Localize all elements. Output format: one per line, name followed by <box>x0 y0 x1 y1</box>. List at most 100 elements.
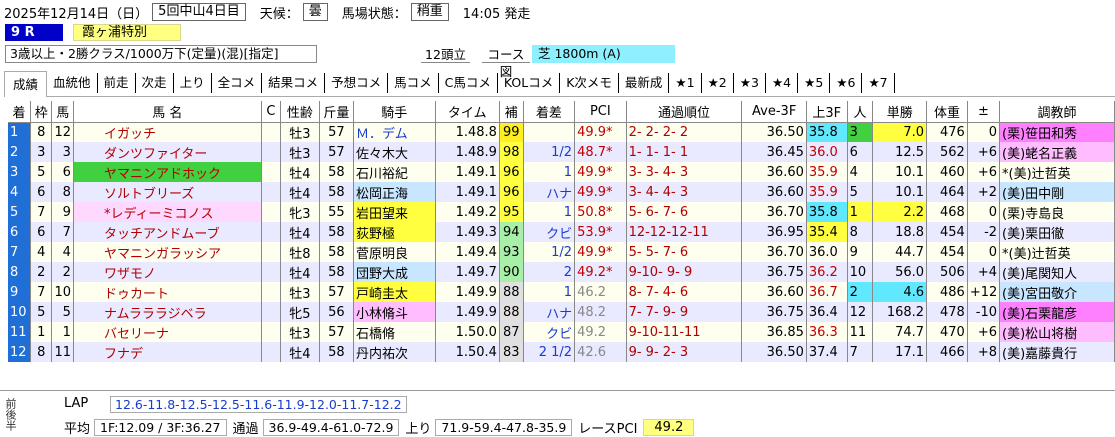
tab-6[interactable]: 結果コメ <box>262 73 326 93</box>
cell-kin: 57 <box>319 322 355 342</box>
cell-name[interactable]: ヤマニンガラッシア <box>73 242 262 262</box>
table-row[interactable]: 1 8 12 イガッチ 牡3 57 Ｍ．デム 1.48.8 99 49.9* 2- 2- 2- 23… <box>8 122 1115 142</box>
table-row[interactable]: 5 7 9 *レディーミコノス 牝3 55 岩田望来 1.49.2 95 1 50.8* 5- 6- … <box>8 202 1115 222</box>
cell-pci: 49.9* <box>574 182 627 202</box>
column-header[interactable]: 斤量 <box>319 101 355 123</box>
table-row[interactable]: 4 6 8 ソルトブリーズ 牡4 58 松岡正海 1.49.1 96 ハナ 49.9* 3- 4- 4… <box>8 182 1115 202</box>
table-row[interactable]: 6 6 7 タッチアンドムーブ 牡4 58 荻野極 1.49.3 94 クビ 53.9* 12-12-… <box>8 222 1115 242</box>
cell-name[interactable]: バセリーナ <box>73 322 262 342</box>
cell-name[interactable]: イガッチ <box>73 122 262 142</box>
tab-1[interactable]: 血統他 <box>47 73 98 93</box>
cell-sex: 牡3 <box>280 122 320 142</box>
horse-name: ヤマニンガラッシア <box>103 246 221 262</box>
table-row[interactable]: 7 4 4 ヤマニンガラッシア 牡8 58 菅原明良 1.49.4 93 1/2 49.9* 5- 5… <box>8 242 1115 262</box>
cell-agari: 36.4 <box>806 302 848 322</box>
course-map-link[interactable]: コース図 <box>482 46 530 79</box>
column-header[interactable]: 馬 名 <box>73 101 262 123</box>
cell-agari: 35.9 <box>806 182 848 202</box>
tab-9[interactable]: C馬コメ <box>439 73 498 93</box>
tab-3[interactable]: 次走 <box>136 73 174 93</box>
column-header[interactable]: 着 <box>8 101 32 123</box>
cell-jockey: 丹内祐次 <box>353 342 436 362</box>
cell-num: 4 <box>51 242 74 262</box>
table-row[interactable]: 10 5 5 ナムラララジベラ 牝5 56 小林脩斗 1.49.9 88 ハナ 48.2 7- 7- … <box>8 302 1115 322</box>
cell-pm: 0 <box>967 122 1001 142</box>
cell-weight: 470 <box>926 322 968 342</box>
column-header[interactable]: 着差 <box>523 101 576 123</box>
tab-8[interactable]: 馬コメ <box>388 73 439 93</box>
cell-waku: 6 <box>30 222 53 242</box>
cell-time: 1.49.2 <box>435 202 500 222</box>
column-header[interactable]: PCI <box>574 101 627 123</box>
table-row[interactable]: 9 7 10 ドゥカート 牡3 57 戸崎圭太 1.49.9 88 1 46.2 8- 7- 4- 6… <box>8 282 1115 302</box>
cell-name[interactable]: *レディーミコノス <box>73 202 262 222</box>
cell-ave: 36.70 <box>741 242 807 262</box>
tab-12[interactable]: 最新成 <box>619 73 670 93</box>
column-header[interactable]: タイム <box>435 101 500 123</box>
column-header[interactable]: 騎手 <box>353 101 436 123</box>
column-header[interactable]: 人 <box>847 101 874 123</box>
column-header[interactable]: C <box>261 101 282 123</box>
column-header[interactable]: 補 <box>499 101 524 123</box>
cell-pci: 48.7* <box>574 142 627 162</box>
table-row[interactable]: 2 3 3 ダンツファイター 牡3 57 佐々木大 1.48.9 98 1/2 48.7* 1- 1-… <box>8 142 1115 162</box>
agari-value: 71.9-59.4-47.8-35.9 <box>435 419 573 436</box>
tab-7[interactable]: 予想コメ <box>325 73 389 93</box>
tab-17[interactable]: ★5 <box>798 73 831 93</box>
column-header[interactable]: 枠 <box>30 101 53 123</box>
table-row[interactable]: 8 2 2 ワザモノ 牡4 58 団野大成 1.49.7 90 2 49.2* 9-10- 9- 93… <box>8 262 1115 282</box>
table-row[interactable]: 11 1 1 バセリーナ 牡3 57 石橋脩 1.50.0 87 クビ 49.2 9-10-11-11… <box>8 322 1115 342</box>
tab-14[interactable]: ★2 <box>702 73 734 93</box>
column-header[interactable]: 性齢 <box>280 101 320 123</box>
cell-pop: 1 <box>847 202 874 222</box>
column-header[interactable]: 調教師 <box>999 101 1115 123</box>
cell-name[interactable]: ドゥカート <box>73 282 262 302</box>
cell-name[interactable]: フナデ <box>73 342 262 362</box>
cell-name[interactable]: タッチアンドムーブ <box>73 222 262 242</box>
cell-name[interactable]: ワザモノ <box>73 262 262 282</box>
cell-agari: 36.0 <box>806 142 848 162</box>
cell-ho: 98 <box>499 142 524 162</box>
column-header[interactable]: ± <box>967 101 1001 123</box>
tab-0[interactable]: 成績 <box>4 71 48 97</box>
cell-time: 1.49.9 <box>435 302 500 322</box>
cell-ave: 36.45 <box>741 142 807 162</box>
tab-2[interactable]: 前走 <box>98 73 136 93</box>
tab-15[interactable]: ★3 <box>734 73 766 93</box>
table-row[interactable]: 12 8 11 フナデ 牡4 58 丹内祐次 1.50.4 83 2 1/2 42.6 9- 9- 2… <box>8 342 1115 362</box>
cell-name[interactable]: ナムラララジベラ <box>73 302 262 322</box>
cell-waku: 8 <box>30 342 53 362</box>
tab-13[interactable]: ★1 <box>669 73 702 93</box>
tab-19[interactable]: ★7 <box>862 73 895 93</box>
cell-waku: 2 <box>30 262 53 282</box>
cell-diff: 1 <box>523 202 576 222</box>
cell-odds: 18.8 <box>872 222 928 242</box>
tab-18[interactable]: ★6 <box>830 73 863 93</box>
cell-name[interactable]: ソルトブリーズ <box>73 182 262 202</box>
cell-name[interactable]: ダンツファイター <box>73 142 262 162</box>
cell-ave: 36.60 <box>741 282 807 302</box>
column-header[interactable]: 体重 <box>926 101 968 123</box>
cell-odds: 10.1 <box>872 182 928 202</box>
tab-11[interactable]: K次メモ <box>560 73 619 93</box>
tab-4[interactable]: 上り <box>174 73 212 93</box>
column-header[interactable]: 馬 <box>51 101 74 123</box>
cell-name[interactable]: ヤマニンアドホック <box>73 162 262 182</box>
tab-16[interactable]: ★4 <box>766 73 799 93</box>
cell-kin: 58 <box>319 162 355 182</box>
column-header[interactable]: 上3F <box>806 101 848 123</box>
table-row[interactable]: 3 5 6 ヤマニンアドホック 牡4 58 石川裕紀 1.49.1 96 1 49.9* 3- 3- … <box>8 162 1115 182</box>
cell-odds: 44.7 <box>872 242 928 262</box>
column-header[interactable]: Ave-3F <box>741 101 807 123</box>
column-header[interactable]: 単勝 <box>872 101 928 123</box>
cell-agari: 35.8 <box>806 122 848 142</box>
cell-pass: 9-10-11-11 <box>626 322 743 342</box>
tab-10[interactable]: KOLコメ <box>498 73 561 93</box>
tab-5[interactable]: 全コメ <box>212 73 263 93</box>
cell-waku: 8 <box>30 122 53 142</box>
cell-weight: 506 <box>926 262 968 282</box>
cell-odds: 17.1 <box>872 342 928 362</box>
cell-agari: 35.9 <box>806 162 848 182</box>
column-header[interactable]: 通過順位 <box>626 101 743 123</box>
cell-kin: 58 <box>319 222 355 242</box>
